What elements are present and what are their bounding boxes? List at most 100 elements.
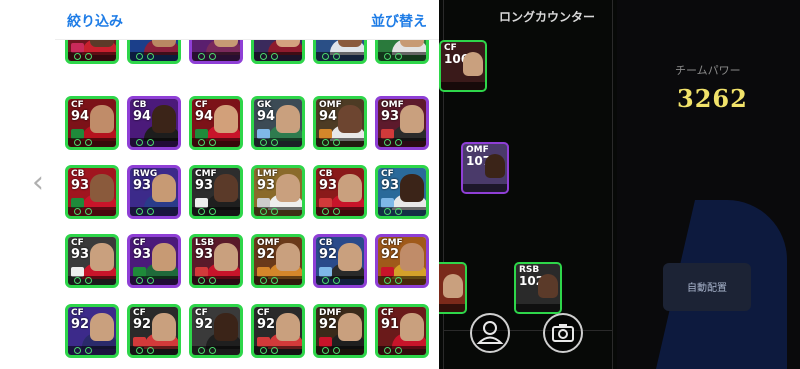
player-card[interactable]: GK 94 [251, 96, 305, 150]
field-player-card[interactable]: CF 106 [439, 40, 487, 92]
player-card[interactable]: CF 93 [375, 165, 429, 219]
player-card[interactable]: CMF 93 [189, 165, 243, 219]
player-card[interactable]: OMF 94 [313, 96, 367, 150]
card-footer [192, 346, 240, 355]
player-portrait [400, 243, 424, 271]
skill-dot-icon [260, 208, 267, 215]
skill-dot-icon [136, 208, 143, 215]
player-card[interactable]: CF 94 [65, 96, 119, 150]
card-footer [130, 138, 178, 147]
player-portrait [90, 243, 114, 271]
card-footer [254, 207, 302, 216]
camera-icon [552, 324, 574, 342]
player-card[interactable]: CF 92 [189, 304, 243, 358]
sort-button[interactable]: 並び替え [371, 11, 427, 31]
player-card[interactable]: CB 93 [65, 165, 119, 219]
rating-label: 94 [133, 109, 152, 124]
player-card[interactable]: CB 94 [127, 96, 181, 150]
player-card[interactable]: CMF 92 [375, 234, 429, 288]
user-button[interactable] [470, 313, 510, 353]
card-footer [378, 276, 426, 285]
skill-dot-icon [147, 53, 154, 60]
player-card[interactable]: OMF 92 [251, 234, 305, 288]
player-portrait [400, 174, 424, 202]
skill-dot-icon [209, 347, 216, 354]
player-card[interactable]: CF 94 [189, 96, 243, 150]
skill-dot-icon [136, 139, 143, 146]
field-player-card[interactable] [439, 262, 467, 314]
auto-arrange-button[interactable]: 自動配置 [663, 263, 751, 311]
player-card[interactable]: CF 92 [65, 304, 119, 358]
rating-label: 92 [257, 247, 276, 262]
player-card[interactable]: LMF 93 [251, 165, 305, 219]
skill-dot-icon [271, 139, 278, 146]
filter-button[interactable]: 絞り込み [67, 11, 123, 31]
skill-dot-icon [271, 53, 278, 60]
skill-dot-icon [74, 139, 81, 146]
card-footer [254, 276, 302, 285]
card-footer [192, 207, 240, 216]
rating-label: 93 [71, 247, 90, 262]
rating-label: 94 [319, 109, 338, 124]
player-card[interactable]: CB 92 [313, 234, 367, 288]
player-card[interactable]: CF 93 [65, 234, 119, 288]
skill-dot-icon [209, 139, 216, 146]
rating-label: 93 [381, 109, 400, 124]
player-portrait [214, 174, 238, 202]
skill-dot-icon [395, 139, 402, 146]
card-footer [68, 138, 116, 147]
player-card[interactable]: CF 92 [251, 304, 305, 358]
player-card[interactable]: CF 93 [127, 234, 181, 288]
player-card[interactable]: CB 93 [313, 165, 367, 219]
formation-title: ロングカウンター [499, 10, 596, 24]
field-player-card[interactable]: OMF 107 [461, 142, 509, 194]
team-power-label: チームパワー [675, 64, 741, 77]
formation-field: ロングカウンター CF 106 OMF 107 RSB 102 [439, 0, 617, 369]
pitch-line [443, 330, 613, 331]
player-portrait [276, 174, 300, 202]
skill-dot-icon [260, 347, 267, 354]
auto-arrange-label: 自動配置 [687, 283, 727, 294]
player-portrait [276, 313, 300, 341]
skill-dot-icon [333, 53, 340, 60]
player-portrait [152, 313, 176, 341]
card-footer [68, 346, 116, 355]
player-card[interactable]: OMF 93 [375, 96, 429, 150]
skill-dot-icon [198, 139, 205, 146]
skill-dot-icon [260, 277, 267, 284]
team-power-value: 3262 [677, 84, 748, 113]
skill-dot-icon [147, 347, 154, 354]
card-footer [516, 304, 560, 312]
player-card[interactable]: RWG 93 [127, 165, 181, 219]
skill-dot-icon [322, 53, 329, 60]
card-footer [192, 52, 240, 61]
skill-dot-icon [198, 277, 205, 284]
skill-dot-icon [333, 347, 340, 354]
rating-label: 94 [71, 109, 90, 124]
rating-label: 93 [195, 178, 214, 193]
skill-dot-icon [209, 53, 216, 60]
camera-button[interactable] [543, 313, 583, 353]
player-card[interactable]: DMF 92 [313, 304, 367, 358]
skill-dot-icon [85, 53, 92, 60]
rating-label: 94 [257, 109, 276, 124]
skill-dot-icon [147, 208, 154, 215]
skill-dot-icon [333, 208, 340, 215]
skill-dot-icon [74, 208, 81, 215]
player-card[interactable]: CF 91 [375, 304, 429, 358]
skill-dot-icon [322, 347, 329, 354]
chevron-left-icon[interactable]: ‹ [32, 168, 44, 198]
card-footer [254, 52, 302, 61]
rating-label: 92 [71, 317, 90, 332]
player-card[interactable]: CF 92 [127, 304, 181, 358]
skill-dot-icon [85, 347, 92, 354]
player-card[interactable]: LSB 93 [189, 234, 243, 288]
skill-dot-icon [209, 208, 216, 215]
skill-dot-icon [198, 347, 205, 354]
skill-dot-icon [322, 139, 329, 146]
card-footer [316, 207, 364, 216]
player-portrait [276, 105, 300, 133]
rating-label: 94 [195, 109, 214, 124]
field-player-card[interactable]: RSB 102 [514, 262, 562, 314]
skill-dot-icon [136, 347, 143, 354]
